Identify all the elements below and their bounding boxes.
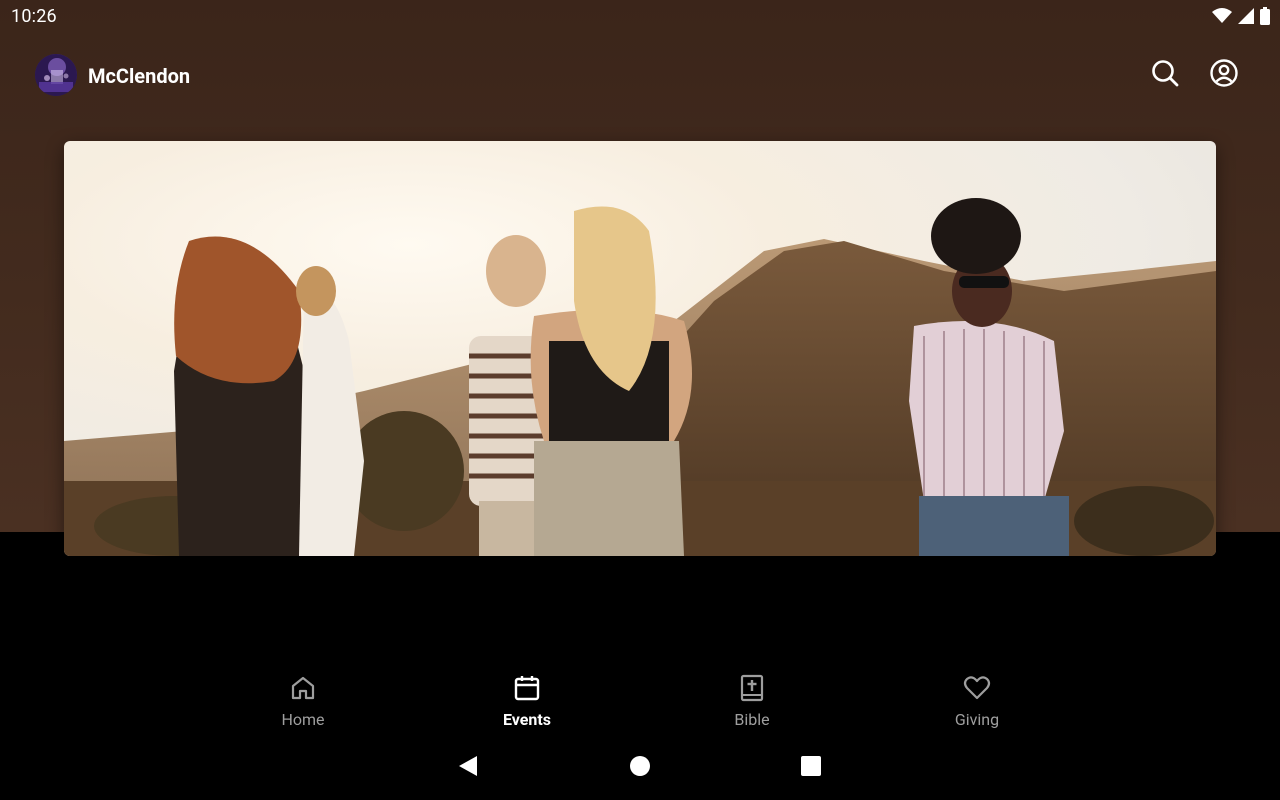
nav-label-giving: Giving [954,710,1000,729]
account-circle-icon [1209,58,1239,92]
app-bar: McClendon [0,48,1280,104]
status-bar: 10:26 [0,0,1280,32]
account-button[interactable] [1207,58,1241,92]
wifi-icon [1212,8,1232,28]
bible-icon [739,673,765,703]
cellular-signal-icon [1238,8,1254,28]
home-icon [290,673,316,703]
search-icon [1150,58,1180,92]
nav-item-giving[interactable]: Giving [917,664,1037,734]
bottom-navigation: Home Events Bible Giving [0,664,1280,736]
battery-icon [1260,7,1270,29]
nav-item-events[interactable]: Events [467,664,587,734]
home-circle-icon [629,755,651,781]
org-name: McClendon [88,64,191,88]
hero-image [64,141,1216,556]
calendar-icon [513,673,541,703]
recents-icon [800,755,822,781]
hero-image-card[interactable] [64,141,1216,556]
nav-label-home: Home [281,710,325,729]
search-button[interactable] [1148,58,1182,92]
status-icons [1212,7,1270,29]
system-navigation-bar [0,744,1280,792]
heart-icon [963,673,991,703]
back-button[interactable] [456,756,480,780]
avatar[interactable] [35,54,77,96]
nav-label-bible: Bible [734,710,770,729]
back-icon [457,755,479,781]
system-home-button[interactable] [628,756,652,780]
nav-item-home[interactable]: Home [243,664,363,734]
nav-item-bible[interactable]: Bible [692,664,812,734]
app-screen: 10:26 McClendon Home Events Bible Giving [0,0,1280,800]
status-time: 10:26 [11,6,57,27]
nav-label-events: Events [502,710,552,729]
recents-button[interactable] [799,756,823,780]
